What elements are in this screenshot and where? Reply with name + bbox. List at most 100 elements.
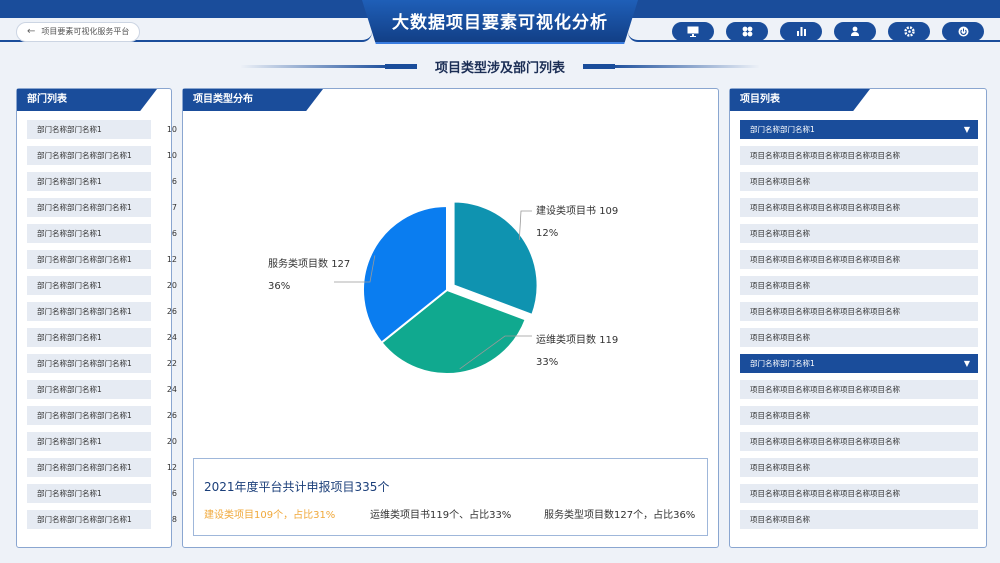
dept-row[interactable]: 部门名称部门名称部门名称1 12	[27, 458, 177, 477]
dept-row[interactable]: 部门名称部门名称1 24	[27, 328, 177, 347]
arrow-left-icon: ←	[27, 26, 36, 37]
monitor-button[interactable]	[672, 22, 714, 41]
dept-name[interactable]: 部门名称部门名称1	[27, 224, 151, 243]
project-item[interactable]: 项目名称项目名称项目名称项目名称项目名称	[740, 432, 978, 451]
project-row-label: 部门名称部门名称1	[750, 125, 815, 134]
dept-count: 6	[171, 177, 177, 186]
pie-label-value: 109	[599, 206, 619, 217]
dept-row[interactable]: 部门名称部门名称部门名称1 7	[27, 198, 177, 217]
dept-count: 12	[166, 255, 177, 264]
summary-item-build: 建设类项目109个，占比31%	[204, 510, 336, 521]
chart-button[interactable]	[780, 22, 822, 41]
project-item[interactable]: 项目名称项目名称项目名称项目名称项目名称	[740, 484, 978, 503]
pie-label-percent: 36%	[268, 281, 291, 292]
project-row-label: 部门名称部门名称1	[750, 359, 815, 368]
dept-name[interactable]: 部门名称部门名称1	[27, 380, 151, 399]
dept-name[interactable]: 部门名称部门名称部门名称1	[27, 406, 151, 425]
project-row-label: 项目名称项目名称	[750, 515, 810, 524]
project-row-label: 项目名称项目名称	[750, 411, 810, 420]
dept-count: 7	[171, 203, 177, 212]
dept-count: 10	[166, 125, 177, 134]
project-row-label: 项目名称项目名称项目名称项目名称项目名称	[750, 255, 900, 264]
pie-label: 服务类项目数 127	[268, 255, 350, 270]
dept-name[interactable]: 部门名称部门名称1	[27, 328, 151, 347]
project-item[interactable]: 项目名称项目名称	[740, 172, 978, 191]
dept-name[interactable]: 部门名称部门名称部门名称1	[27, 198, 151, 217]
dept-row[interactable]: 部门名称部门名称部门名称1 12	[27, 250, 177, 269]
dept-name[interactable]: 部门名称部门名称部门名称1	[27, 250, 151, 269]
project-item[interactable]: 项目名称项目名称	[740, 406, 978, 425]
dept-count: 6	[171, 489, 177, 498]
bar-chart-icon	[796, 27, 806, 36]
dept-row[interactable]: 部门名称部门名称部门名称1 26	[27, 302, 177, 321]
dept-name[interactable]: 部门名称部门名称1	[27, 276, 151, 295]
back-button[interactable]: ← 项目要素可视化服务平台	[16, 22, 141, 42]
dept-name[interactable]: 部门名称部门名称1	[27, 484, 151, 503]
dept-name[interactable]: 部门名称部门名称1	[27, 120, 151, 139]
dept-panel-title: 部门列表	[17, 89, 157, 111]
dept-name[interactable]: 部门名称部门名称部门名称1	[27, 510, 151, 529]
project-row-label: 项目名称项目名称	[750, 463, 810, 472]
project-group-header[interactable]: 部门名称部门名称1 ▼	[740, 354, 978, 373]
dept-row[interactable]: 部门名称部门名称1 20	[27, 432, 177, 451]
pie-label-percent: 33%	[536, 357, 559, 368]
summary-item-ops: 运维类项目书119个、占比33%	[370, 510, 512, 521]
pie-label: 运维类项目数 119	[536, 331, 618, 346]
dept-count: 20	[166, 281, 177, 290]
dept-row[interactable]: 部门名称部门名称1 6	[27, 224, 177, 243]
dept-count: 12	[166, 463, 177, 472]
dept-name[interactable]: 部门名称部门名称1	[27, 172, 151, 191]
dept-name[interactable]: 部门名称部门名称1	[27, 432, 151, 451]
dept-row[interactable]: 部门名称部门名称部门名称1 8	[27, 510, 177, 529]
power-button[interactable]	[942, 22, 984, 41]
dept-name[interactable]: 部门名称部门名称部门名称1	[27, 458, 151, 477]
dept-row[interactable]: 部门名称部门名称部门名称1 10	[27, 146, 177, 165]
dept-row[interactable]: 部门名称部门名称1 6	[27, 172, 177, 191]
dept-row[interactable]: 部门名称部门名称1 6	[27, 484, 177, 503]
section-deco-right	[610, 65, 760, 68]
dept-row[interactable]: 部门名称部门名称1 20	[27, 276, 177, 295]
project-row-label: 项目名称项目名称	[750, 281, 810, 290]
dept-row[interactable]: 部门名称部门名称部门名称1 26	[27, 406, 177, 425]
dept-name[interactable]: 部门名称部门名称部门名称1	[27, 354, 151, 373]
dept-count: 24	[166, 385, 177, 394]
project-item[interactable]: 项目名称项目名称	[740, 510, 978, 529]
monitor-icon	[687, 26, 699, 37]
caret-down-icon: ▼	[963, 125, 970, 134]
gear-icon	[903, 26, 915, 37]
project-row-label: 项目名称项目名称项目名称项目名称项目名称	[750, 437, 900, 446]
dept-row[interactable]: 部门名称部门名称部门名称1 22	[27, 354, 177, 373]
project-item[interactable]: 项目名称项目名称项目名称项目名称项目名称	[740, 380, 978, 399]
project-item[interactable]: 项目名称项目名称项目名称项目名称项目名称	[740, 250, 978, 269]
project-row-label: 项目名称项目名称	[750, 229, 810, 238]
settings-button[interactable]	[888, 22, 930, 41]
project-panel: 项目列表 部门名称部门名称1 ▼ 项目名称项目名称项目名称项目名称项目名称 项目名称项…	[729, 88, 987, 548]
project-group-header[interactable]: 部门名称部门名称1 ▼	[740, 120, 978, 139]
dept-count: 24	[166, 333, 177, 342]
user-button[interactable]	[834, 22, 876, 41]
dept-panel: 部门列表 部门名称部门名称1 10 部门名称部门名称部门名称1 10 部门名称部门名称1…	[16, 88, 177, 548]
pie-label-value: 119	[599, 335, 619, 346]
dept-count: 8	[171, 515, 177, 524]
project-item[interactable]: 项目名称项目名称项目名称项目名称项目名称	[740, 302, 978, 321]
page-title: 大数据项目要素可视化分析	[392, 13, 608, 33]
pie-label-name: 服务类项目数	[268, 259, 328, 270]
project-item[interactable]: 项目名称项目名称项目名称项目名称项目名称	[740, 146, 978, 165]
dept-name[interactable]: 部门名称部门名称部门名称1	[27, 146, 151, 165]
dept-count: 26	[166, 411, 177, 420]
dept-name[interactable]: 部门名称部门名称部门名称1	[27, 302, 151, 321]
dept-row[interactable]: 部门名称部门名称1 10	[27, 120, 177, 139]
dept-count: 6	[171, 229, 177, 238]
back-button-label: 项目要素可视化服务平台	[41, 27, 130, 36]
grid-icon	[742, 26, 752, 37]
project-item[interactable]: 项目名称项目名称	[740, 328, 978, 347]
summary-title: 2021年度平台共计申报项目335个	[204, 480, 390, 494]
summary-box: 2021年度平台共计申报项目335个 建设类项目109个，占比31% 运维类项目…	[193, 458, 708, 536]
project-row-label: 项目名称项目名称项目名称项目名称项目名称	[750, 203, 900, 212]
dept-row[interactable]: 部门名称部门名称1 24	[27, 380, 177, 399]
project-item[interactable]: 项目名称项目名称项目名称项目名称项目名称	[740, 198, 978, 217]
grid-button[interactable]	[726, 22, 768, 41]
project-item[interactable]: 项目名称项目名称	[740, 224, 978, 243]
project-item[interactable]: 项目名称项目名称	[740, 276, 978, 295]
project-item[interactable]: 项目名称项目名称	[740, 458, 978, 477]
